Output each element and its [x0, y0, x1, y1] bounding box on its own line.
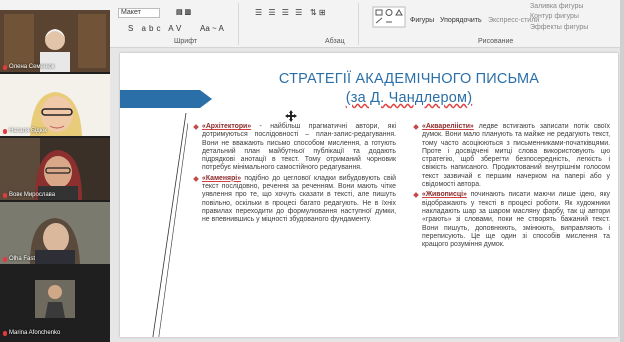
slide-editor: СТРАТЕГІЇ АКАДЕМІЧНОГО ПИСЬМА (за Д. Чан… [110, 48, 624, 342]
bullet-architects: «Архітектори» - найбільш прагматичні авт… [194, 123, 396, 173]
shape-effects-button[interactable]: Эффекты фигуры [530, 24, 588, 31]
text-watercolorists: ледве встигають записати потік своїх дум… [422, 123, 610, 189]
slide-subtitle: (за Д. Чандлером) [345, 90, 473, 106]
powerpoint-window: Макет ▤ ▥ S abc AV Aa ~ A Шрифт ☰ ☰ ☰ ☰ … [0, 0, 624, 342]
participant-video [0, 10, 110, 72]
layout-dropdown-label: Макет [121, 9, 141, 16]
muted-mic-icon [3, 128, 7, 134]
shape-outline-button[interactable]: Контур фигуры [530, 13, 579, 20]
shape-fill-button[interactable]: Заливка фигуры [530, 3, 583, 10]
participant-name: Наталя Бідюк [3, 128, 47, 134]
slide-title: СТРАТЕГІЇ АКАДЕМІЧНОГО ПИСЬМА [278, 71, 540, 87]
shapes-button[interactable]: Фигуры [410, 17, 434, 24]
participant-name: Marina Afonchenko [3, 330, 60, 336]
decorative-lines [152, 113, 188, 337]
text-masons: подібно до цеглової кладки вибудовують с… [202, 174, 396, 224]
drawing-group-label: Рисование [478, 38, 514, 45]
muted-mic-icon [3, 256, 7, 262]
participant-video [0, 74, 110, 136]
participant-name: Olha Fast [3, 256, 35, 262]
font-group-label: Шрифт [174, 38, 198, 45]
video-tile-4[interactable]: Olha Fast [0, 202, 110, 264]
bullet-watercolorists: «Аквареліісти» ледве встигають записати … [414, 123, 610, 189]
video-tile-5[interactable]: Marina Afonchenko [0, 266, 110, 342]
text-architects: - найбільш прагматичні автори, які дотри… [202, 123, 396, 172]
scrollbar[interactable] [620, 0, 624, 342]
left-text-column: «Архітектори» - найбільш прагматичні авт… [194, 123, 396, 227]
font-format-buttons[interactable]: S abc AV [128, 24, 184, 33]
term-watercolorists: «Аквареліісти» [422, 123, 474, 130]
font-size-buttons[interactable]: Aa ~ A [200, 24, 224, 33]
term-masons: «Каменярі» [202, 174, 242, 182]
term-painters: «Живописці» [422, 191, 467, 199]
shapes-gallery-icon[interactable] [372, 6, 406, 28]
video-participants-panel: Олена Семенюк Наталя Бідюк Вовк Мирослав… [0, 10, 110, 342]
participant-name: Олена Семенюк [3, 64, 54, 70]
muted-mic-icon [3, 330, 7, 336]
move-cursor-icon [285, 110, 297, 122]
paragraph-group-label: Абзац [325, 38, 345, 45]
right-text-column: «Аквареліісти» ледве встигають записати … [414, 123, 610, 251]
video-tile-1[interactable]: Олена Семенюк [0, 10, 110, 72]
arrange-button[interactable]: Упорядочить [440, 17, 482, 24]
separator [238, 3, 239, 45]
bold-button[interactable]: ▤ ▥ [176, 8, 191, 16]
muted-mic-icon [3, 64, 7, 70]
text-direction-button[interactable]: ⇅ ⊞ [310, 8, 326, 17]
participant-video [0, 138, 110, 200]
muted-mic-icon [3, 192, 7, 198]
align-buttons[interactable]: ☰ ☰ ☰ ☰ [255, 8, 304, 17]
term-architects: «Архітектори» [202, 123, 252, 130]
text-painters: починають писати маючи лише ідею, яку ві… [422, 191, 610, 249]
bullet-masons: «Каменярі» подібно до цеглової кладки ви… [194, 175, 396, 225]
participant-video [0, 202, 110, 264]
separator [358, 3, 359, 45]
participant-name: Вовк Мирослава [3, 192, 55, 198]
video-tile-3[interactable]: Вовк Мирослава [0, 138, 110, 200]
video-tile-2[interactable]: Наталя Бідюк [0, 74, 110, 136]
slide[interactable]: СТРАТЕГІЇ АКАДЕМІЧНОГО ПИСЬМА (за Д. Чан… [120, 53, 618, 337]
bullet-painters: «Живописці» починають писати маючи лише … [414, 191, 610, 249]
